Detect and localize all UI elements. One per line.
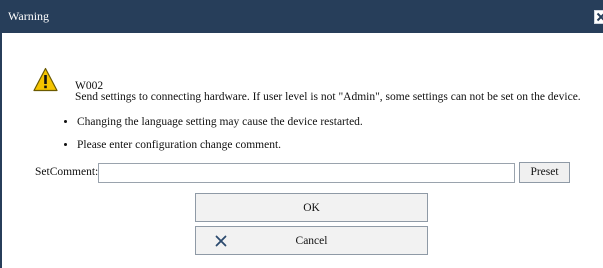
ok-button[interactable]: OK: [195, 193, 428, 222]
close-button[interactable]: [594, 10, 603, 24]
preset-button[interactable]: Preset: [519, 162, 570, 183]
warning-triangle-icon: [33, 67, 58, 92]
bullet-item: Please enter configuration change commen…: [64, 138, 281, 152]
warning-dialog: Warning W002 Send settings to connecting…: [0, 0, 603, 268]
cancel-button[interactable]: Cancel: [195, 226, 428, 255]
bullet-text: Please enter configuration change commen…: [77, 139, 282, 151]
cancel-button-label: Cancel: [295, 235, 328, 247]
bullet-item: Changing the language setting may cause …: [64, 115, 363, 129]
bullet-dot: [64, 119, 67, 123]
dialog-titlebar: Warning: [0, 0, 603, 33]
bullet-dot: [64, 142, 67, 146]
set-comment-label: SetComment:: [35, 166, 99, 178]
ok-button-label: OK: [303, 202, 320, 214]
set-comment-input[interactable]: [98, 163, 515, 183]
close-x-icon: [596, 12, 603, 22]
dialog-title: Warning: [8, 9, 50, 23]
warning-message: Send settings to connecting hardware. If…: [75, 91, 581, 103]
bullet-text: Changing the language setting may cause …: [77, 116, 363, 128]
dialog-left-border: [0, 33, 2, 268]
